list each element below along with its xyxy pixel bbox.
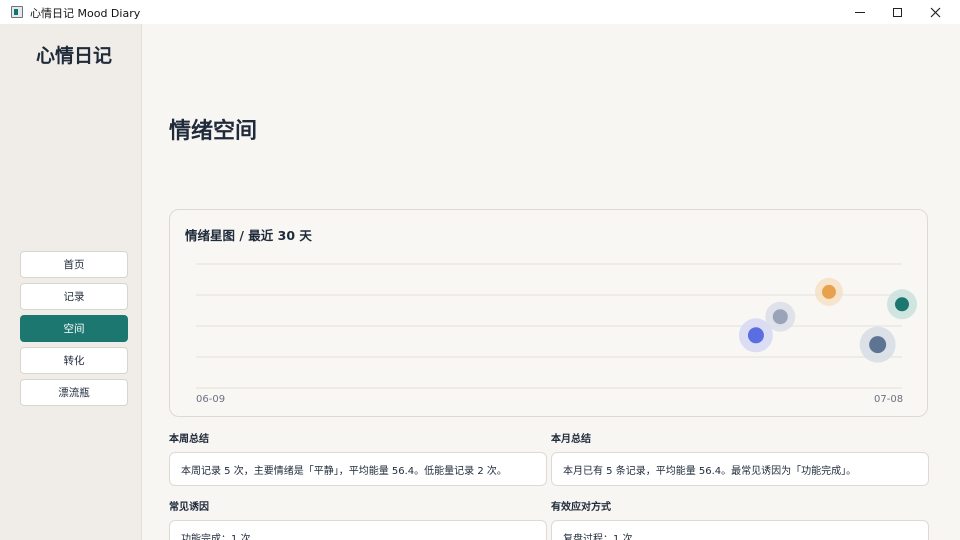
mood-star-dot — [821, 284, 836, 299]
mood-star-dot — [772, 309, 788, 325]
mood-star-dot — [869, 336, 887, 354]
close-icon — [930, 7, 940, 17]
monthly-summary-label: 本月总结 — [551, 434, 591, 445]
brand-title: 心情日记 — [35, 45, 112, 67]
mood-star-dot — [747, 327, 764, 344]
app-icon — [11, 6, 23, 18]
mood-star-point[interactable] — [887, 289, 917, 320]
common-triggers-label: 常见诱因 — [169, 502, 209, 513]
close-button[interactable] — [915, 0, 955, 24]
mood-star-dot — [895, 297, 909, 312]
mood-star-point[interactable] — [765, 301, 796, 332]
x-tick-end: 07-08 — [874, 394, 904, 405]
monthly-summary-box: 本月已有 5 条记录，平均能量 56.4。最常见诱因为「功能完成」。 — [551, 452, 929, 486]
page-title: 情绪空间 — [169, 119, 258, 144]
coping-methods-box: 复盘过程：1 次 — [551, 520, 929, 540]
mood-star-point[interactable] — [859, 326, 896, 363]
sidebar-item-drift-bottle[interactable]: 漂流瓶 — [20, 379, 128, 406]
maximize-icon — [892, 7, 902, 17]
sidebar-item-space[interactable]: 空间 — [20, 315, 128, 342]
window-title: 心情日记 Mood Diary — [30, 7, 141, 20]
sidebar-item-home[interactable]: 首页 — [20, 251, 128, 278]
x-tick-start: 06-09 — [196, 394, 226, 405]
sidebar-nav: 首页 记录 空间 转化 漂流瓶 — [20, 251, 128, 411]
minimize-button[interactable] — [840, 0, 880, 24]
maximize-button[interactable] — [877, 0, 917, 24]
sidebar-item-record[interactable]: 记录 — [20, 283, 128, 310]
sidebar-item-transform[interactable]: 转化 — [20, 347, 128, 374]
sidebar: 心情日记 首页 记录 空间 转化 漂流瓶 — [0, 24, 142, 540]
mood-star-chart-card: 情绪星图 / 最近 30 天 06-09 07-08 — [169, 209, 928, 417]
minimize-icon — [855, 11, 865, 13]
window-titlebar: 心情日记 Mood Diary — [0, 0, 960, 24]
mood-star-chart — [196, 263, 917, 389]
coping-methods-label: 有效应对方式 — [551, 502, 611, 513]
weekly-summary-label: 本周总结 — [169, 434, 209, 445]
mood-star-point[interactable] — [814, 277, 843, 306]
weekly-summary-box: 本周记录 5 次，主要情绪是「平静」，平均能量 56.4。低能量记录 2 次。 — [169, 452, 547, 486]
common-triggers-box: 功能完成：1 次 — [169, 520, 547, 540]
